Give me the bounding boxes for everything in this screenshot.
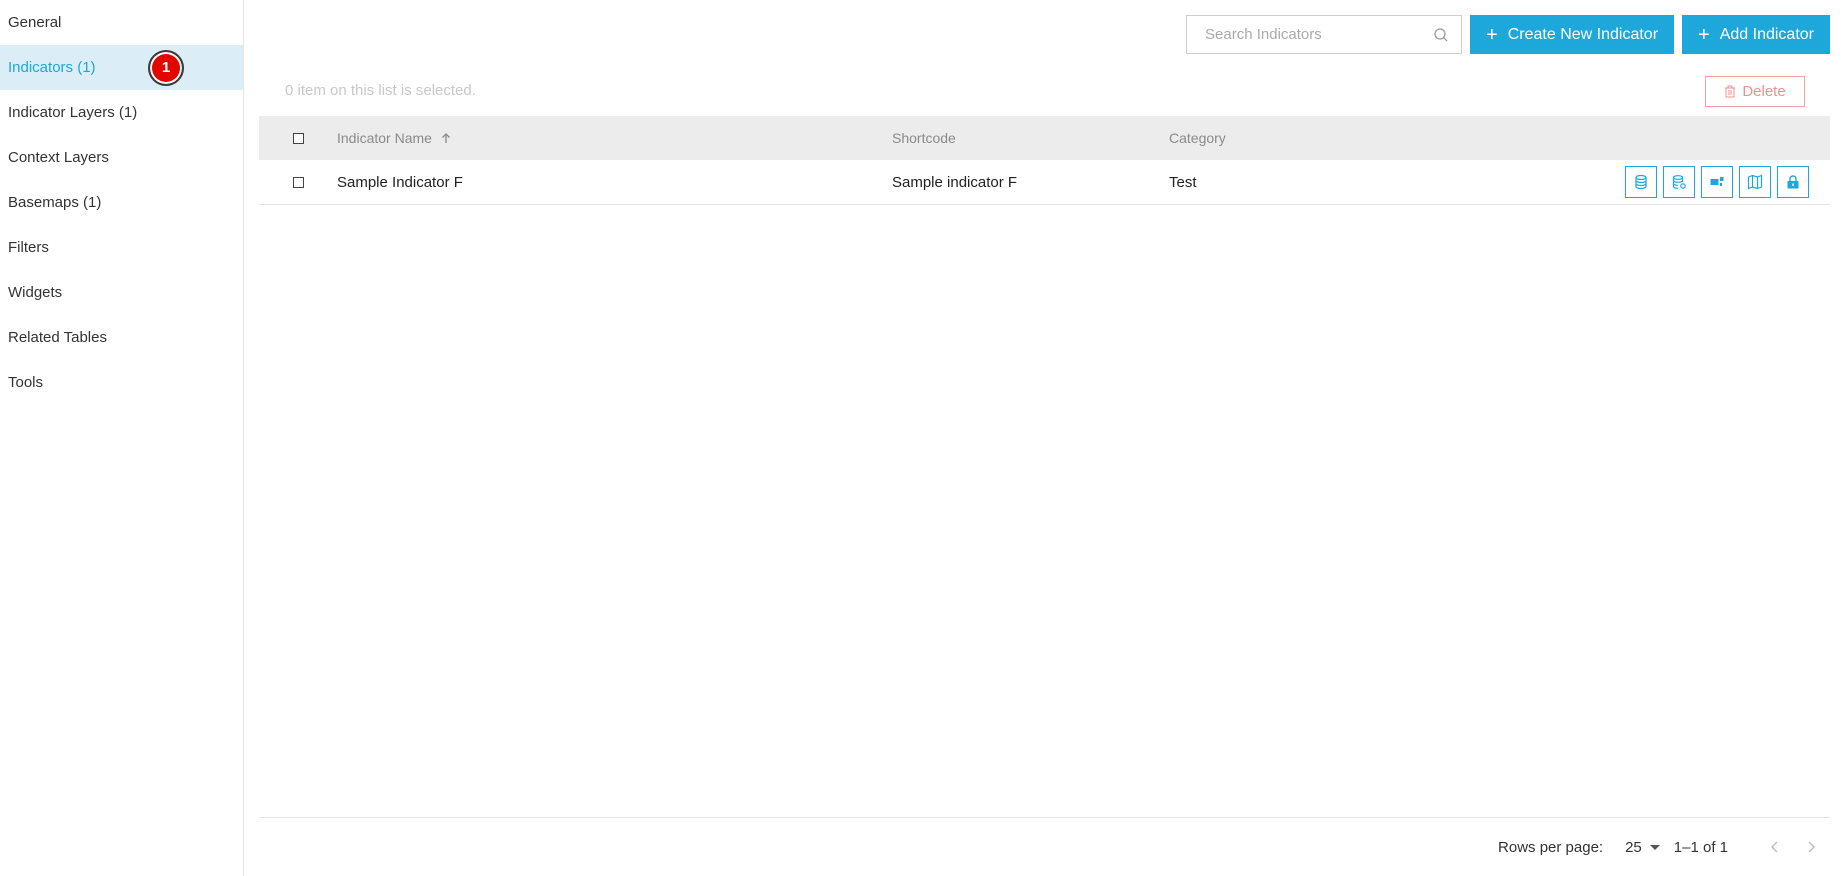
data-button[interactable] — [1625, 166, 1657, 198]
sidebar-item-filters[interactable]: Filters — [0, 225, 243, 270]
caret-down-icon — [1649, 844, 1660, 850]
sidebar-item-label: Widgets — [8, 284, 63, 301]
delete-button[interactable]: Delete — [1705, 76, 1805, 107]
chevron-left-icon[interactable] — [1768, 840, 1782, 854]
trash-icon — [1725, 85, 1736, 98]
cell-indicator-name: Sample Indicator F — [337, 173, 463, 191]
create-new-indicator-label: Create New Indicator — [1507, 25, 1659, 43]
search-box — [1186, 15, 1463, 54]
sidebar-item-general[interactable]: General — [0, 0, 243, 45]
sidebar-item-indicators[interactable]: Indicators (1) 1 — [0, 45, 243, 90]
cell-shortcode: Sample indicator F — [892, 173, 1018, 191]
main-content: + Create New Indicator + Add Indicator 0… — [259, 0, 1830, 876]
sidebar-item-label: Related Tables — [8, 329, 107, 346]
selection-info: 0 item on this list is selected. — [285, 82, 476, 99]
search-icon[interactable] — [1433, 27, 1449, 43]
sidebar-item-related-tables[interactable]: Related Tables — [0, 315, 243, 360]
pager — [1768, 840, 1818, 854]
sort-ascending-icon[interactable] — [440, 132, 452, 144]
rows-per-page-value: 25 — [1625, 838, 1642, 856]
header-name[interactable]: Indicator Name — [337, 130, 892, 146]
indicators-table: Indicator Name Shortcode Category Sample… — [259, 116, 1830, 205]
sidebar-item-tools[interactable]: Tools — [0, 360, 243, 405]
sidebar-item-context-layers[interactable]: Context Layers — [0, 135, 243, 180]
sidebar-item-label: Filters — [8, 239, 49, 256]
sidebar-item-widgets[interactable]: Widgets — [0, 270, 243, 315]
plus-icon: + — [1698, 23, 1710, 46]
chevron-right-icon[interactable] — [1804, 840, 1818, 854]
lock-icon — [1787, 175, 1799, 189]
toolbar: + Create New Indicator + Add Indicator — [1186, 15, 1830, 54]
permissions-button[interactable] — [1777, 166, 1809, 198]
sidebar-item-basemaps[interactable]: Basemaps (1) — [0, 180, 243, 225]
sidebar-item-label: Basemaps (1) — [8, 194, 102, 211]
app: General Indicators (1) 1 Indicator Layer… — [0, 0, 1843, 876]
map-icon — [1747, 174, 1763, 190]
row-actions — [1569, 166, 1830, 198]
sidebar-item-label: General — [8, 14, 62, 31]
sidebar-item-indicator-layers[interactable]: Indicator Layers (1) — [0, 90, 243, 135]
header-name-label: Indicator Name — [337, 130, 432, 146]
sidebar-item-label: Context Layers — [8, 149, 109, 166]
create-new-indicator-button[interactable]: + Create New Indicator — [1470, 15, 1675, 54]
database-settings-icon — [1672, 175, 1686, 189]
value-type-icon — [1710, 177, 1724, 186]
row-checkbox-cell — [259, 176, 337, 188]
step-badge: 1 — [148, 49, 184, 86]
value-type-button[interactable] — [1701, 166, 1733, 198]
data-settings-button[interactable] — [1663, 166, 1695, 198]
map-button[interactable] — [1739, 166, 1771, 198]
rows-per-page-select[interactable]: 25 — [1625, 839, 1660, 856]
rows-per-page-label: Rows per page: — [1498, 838, 1604, 856]
page-range: 1–1 of 1 — [1673, 838, 1728, 856]
delete-label: Delete — [1742, 83, 1786, 100]
header-checkbox-cell — [259, 132, 337, 144]
sidebar-item-label: Indicator Layers (1) — [8, 104, 138, 121]
header-shortcode[interactable]: Shortcode — [892, 130, 1169, 146]
search-input[interactable] — [1203, 25, 1434, 44]
table-row[interactable]: Sample Indicator F Sample indicator F Te… — [259, 160, 1830, 205]
sidebar-item-label: Indicators (1) — [8, 59, 96, 76]
header-category[interactable]: Category — [1169, 130, 1569, 146]
sidebar-item-label: Tools — [8, 374, 44, 391]
table-header: Indicator Name Shortcode Category — [259, 116, 1830, 160]
plus-icon: + — [1486, 23, 1498, 46]
row-checkbox[interactable] — [292, 176, 304, 188]
table-pagination: Rows per page: 25 1–1 of 1 — [259, 817, 1830, 876]
sidebar: General Indicators (1) 1 Indicator Layer… — [0, 0, 244, 876]
add-indicator-label: Add Indicator — [1719, 25, 1814, 43]
add-indicator-button[interactable]: + Add Indicator — [1682, 15, 1830, 54]
select-all-checkbox[interactable] — [292, 132, 304, 144]
cell-category: Test — [1169, 173, 1197, 191]
database-icon — [1635, 174, 1647, 190]
